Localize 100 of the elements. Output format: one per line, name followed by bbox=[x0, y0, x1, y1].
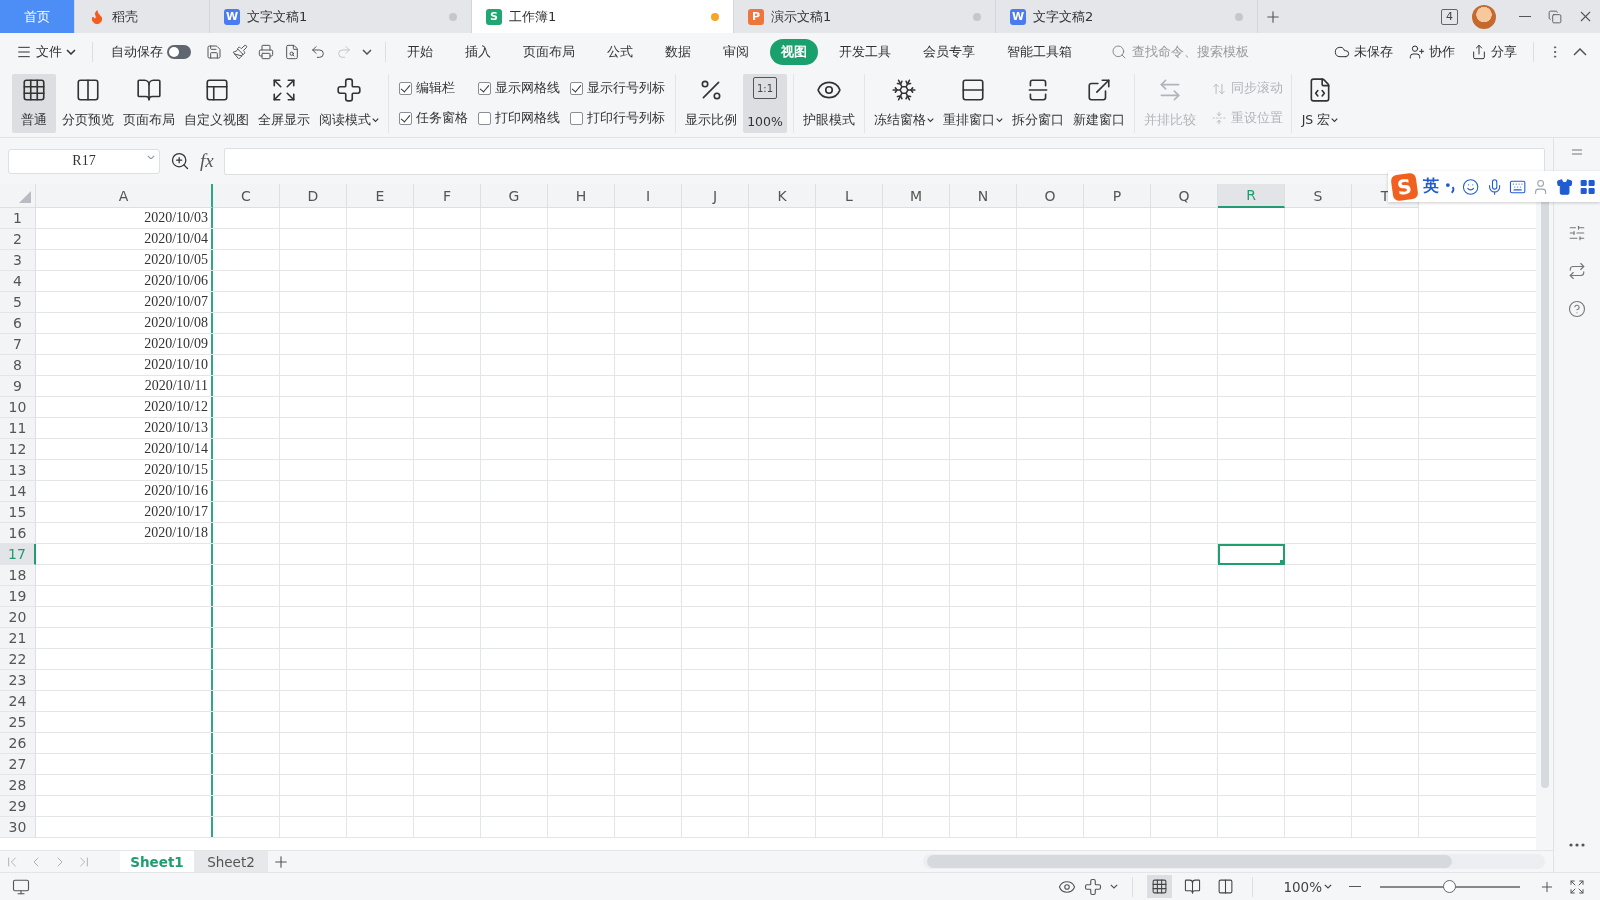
row-header[interactable]: 28 bbox=[0, 775, 36, 796]
option-checkbox[interactable]: 打印行号列标 bbox=[570, 109, 665, 127]
ribbon-tab[interactable]: 审阅 bbox=[712, 38, 760, 65]
row-header[interactable]: 25 bbox=[0, 712, 36, 733]
search-field[interactable]: 查找命令、搜索模板 bbox=[1111, 43, 1270, 60]
row-header[interactable]: 7 bbox=[0, 334, 36, 355]
row-header[interactable]: 27 bbox=[0, 754, 36, 775]
ribbon-button[interactable]: 页面布局 bbox=[120, 74, 178, 133]
row-header[interactable]: 20 bbox=[0, 607, 36, 628]
action-button[interactable]: 协作 bbox=[1403, 38, 1461, 65]
column-header[interactable]: I bbox=[615, 184, 682, 208]
row-header[interactable]: 10 bbox=[0, 397, 36, 418]
ribbon-button[interactable]: 分页预览 bbox=[59, 74, 117, 133]
option-checkbox[interactable]: 编辑栏 bbox=[399, 80, 468, 98]
row-header[interactable]: 12 bbox=[0, 439, 36, 460]
ribbon-tab[interactable]: 页面布局 bbox=[512, 38, 586, 65]
column-header[interactable]: D bbox=[280, 184, 347, 208]
avatar[interactable] bbox=[1472, 4, 1496, 29]
ribbon-tab[interactable]: 公式 bbox=[596, 38, 644, 65]
ribbon-button[interactable]: 新建窗口 bbox=[1070, 74, 1128, 133]
ribbon-button[interactable]: 阅读模式 bbox=[316, 74, 382, 133]
column-header[interactable]: M bbox=[883, 184, 950, 208]
row-header[interactable]: 13 bbox=[0, 460, 36, 481]
view-button[interactable] bbox=[1147, 875, 1173, 898]
option-checkbox[interactable]: 打印网格线 bbox=[478, 109, 560, 127]
file-menu[interactable]: 文件 bbox=[10, 38, 82, 65]
row-header[interactable]: 4 bbox=[0, 271, 36, 292]
column-header[interactable]: E bbox=[347, 184, 414, 208]
ribbon-tab[interactable]: 会员专享 bbox=[912, 38, 986, 65]
save-icon bbox=[206, 43, 222, 60]
window-count-button[interactable]: 4 bbox=[1441, 8, 1458, 25]
column-header[interactable]: A bbox=[36, 184, 213, 208]
row-header[interactable]: 6 bbox=[0, 313, 36, 334]
select-all-button[interactable] bbox=[0, 184, 36, 208]
row-header[interactable]: 19 bbox=[0, 586, 36, 607]
option-checkbox[interactable]: 任务窗格 bbox=[399, 109, 468, 127]
slider-thumb[interactable] bbox=[1442, 879, 1456, 893]
horizontal-scrollbar[interactable] bbox=[923, 854, 1545, 869]
column-header[interactable]: Q bbox=[1151, 184, 1218, 208]
row-header[interactable]: 26 bbox=[0, 733, 36, 754]
action-button[interactable]: 分享 bbox=[1465, 38, 1523, 65]
ribbon-tab[interactable]: 数据 bbox=[654, 38, 702, 65]
row-header[interactable]: 29 bbox=[0, 796, 36, 817]
ribbon-button[interactable]: 全屏显示 bbox=[255, 74, 313, 133]
ribbon-button[interactable]: 自定义视图 bbox=[181, 74, 252, 133]
row-header[interactable]: 1 bbox=[0, 208, 36, 229]
row-header[interactable]: 24 bbox=[0, 691, 36, 712]
selected-cell[interactable] bbox=[1218, 544, 1285, 565]
row-header[interactable]: 22 bbox=[0, 649, 36, 670]
row-header[interactable]: 16 bbox=[0, 523, 36, 544]
ribbon-button[interactable]: 拆分窗口 bbox=[1009, 74, 1067, 133]
row-header[interactable]: 30 bbox=[0, 817, 36, 838]
ribbon-tab[interactable]: 开发工具 bbox=[828, 38, 902, 65]
column-header[interactable]: P bbox=[1084, 184, 1151, 208]
ribbon-button[interactable]: 普通 bbox=[12, 74, 56, 133]
name-box[interactable]: R17 bbox=[8, 148, 160, 174]
row-header[interactable]: 21 bbox=[0, 628, 36, 649]
ribbon-tab[interactable]: 智能工具箱 bbox=[996, 38, 1083, 65]
ribbon-button[interactable]: 1:1 100% bbox=[743, 74, 787, 133]
row-header[interactable]: 23 bbox=[0, 670, 36, 691]
column-header[interactable]: O bbox=[1017, 184, 1084, 208]
option-checkbox[interactable]: 显示网格线 bbox=[478, 80, 560, 98]
autosave-toggle[interactable] bbox=[167, 44, 191, 59]
row-header[interactable]: 2 bbox=[0, 229, 36, 250]
cross-icon bbox=[1084, 877, 1103, 896]
column-header[interactable]: J bbox=[682, 184, 749, 208]
ribbon-tab[interactable]: 插入 bbox=[454, 38, 502, 65]
row-header[interactable]: 11 bbox=[0, 418, 36, 439]
printer-icon bbox=[258, 43, 274, 60]
ribbon-tab[interactable]: 开始 bbox=[396, 38, 444, 65]
row-header[interactable]: 3 bbox=[0, 250, 36, 271]
search-icon bbox=[1111, 43, 1127, 60]
formula-input[interactable] bbox=[223, 147, 1545, 175]
column-header[interactable]: C bbox=[213, 184, 280, 208]
row-header[interactable]: 8 bbox=[0, 355, 36, 376]
sheet-tab[interactable]: Sheet2 bbox=[194, 851, 268, 872]
tab-label: 首页 bbox=[24, 7, 50, 26]
row-header[interactable]: 5 bbox=[0, 292, 36, 313]
column-header[interactable]: K bbox=[749, 184, 816, 208]
option-checkbox[interactable]: 显示行号列标 bbox=[570, 80, 665, 98]
document-tab[interactable]: S 工作簿1 bbox=[472, 0, 734, 33]
ribbon-button[interactable]: 冻结窗格 bbox=[871, 74, 937, 133]
zoom-dropdown[interactable]: 100% bbox=[1277, 877, 1338, 896]
column-header[interactable]: S bbox=[1285, 184, 1352, 208]
row-header[interactable]: 18 bbox=[0, 565, 36, 586]
function-label[interactable]: fx bbox=[200, 150, 214, 172]
row-header[interactable]: 9 bbox=[0, 376, 36, 397]
ribbon-button[interactable]: 显示比例 bbox=[682, 74, 740, 133]
column-header[interactable]: H bbox=[548, 184, 615, 208]
column-header[interactable]: G bbox=[481, 184, 548, 208]
language-mode[interactable]: 英 bbox=[1422, 176, 1439, 197]
ribbon-button[interactable]: 重排窗口 bbox=[940, 74, 1006, 133]
column-header[interactable]: L bbox=[816, 184, 883, 208]
row-header[interactable]: 14 bbox=[0, 481, 36, 502]
row-header[interactable]: 15 bbox=[0, 502, 36, 523]
action-button[interactable]: 未保存 bbox=[1328, 38, 1399, 65]
ribbon-button[interactable]: JS 宏 bbox=[1298, 74, 1342, 133]
column-header[interactable]: F bbox=[414, 184, 481, 208]
ribbon-button[interactable]: 护眼模式 bbox=[800, 74, 858, 133]
column-header[interactable]: N bbox=[950, 184, 1017, 208]
